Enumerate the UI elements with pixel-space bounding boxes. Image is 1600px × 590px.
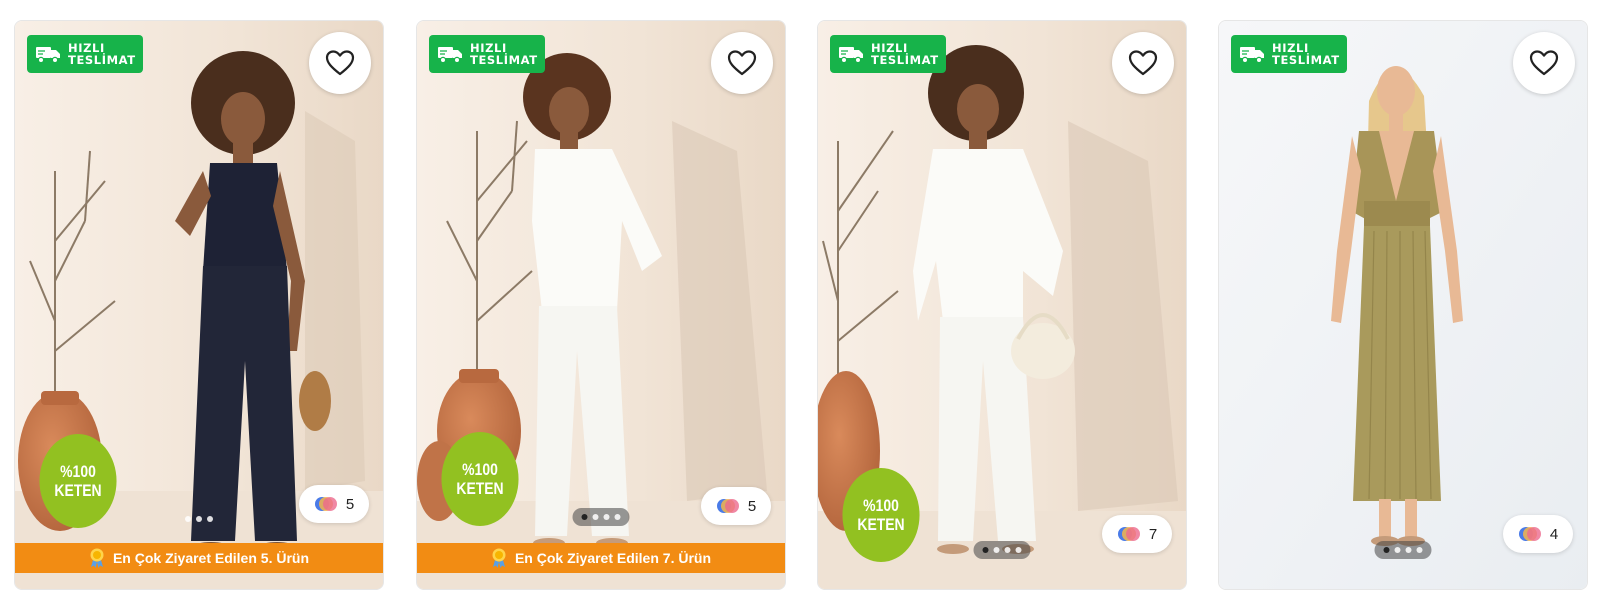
linen-badge: %100 KETEN <box>441 432 519 526</box>
favorite-button[interactable] <box>1112 32 1174 94</box>
carousel-dot[interactable] <box>982 547 989 553</box>
linen-badge: %100 KETEN <box>39 434 117 528</box>
color-swatch-icon <box>716 498 740 514</box>
heart-icon <box>1528 47 1560 79</box>
heart-icon <box>726 47 758 79</box>
fast-delivery-badge: HIZLI TESLİMAT <box>27 35 143 73</box>
color-swatch-icon <box>1117 526 1141 542</box>
color-swatch-icon <box>314 496 338 512</box>
color-swatch-icon <box>1518 526 1542 542</box>
product-card[interactable]: HIZLI TESLİMAT 4 <box>1218 20 1588 590</box>
fast-delivery-badge: HIZLI TESLİMAT <box>830 35 946 73</box>
carousel-dot[interactable] <box>592 514 599 520</box>
carousel-dot[interactable] <box>603 514 610 520</box>
image-carousel-dots[interactable] <box>176 510 222 528</box>
linen-percent: %100 <box>60 462 96 481</box>
favorite-button[interactable] <box>309 32 371 94</box>
linen-label: KETEN <box>54 481 102 500</box>
heart-icon <box>324 47 356 79</box>
color-options-button[interactable]: 5 <box>299 485 369 523</box>
fast-delivery-badge: HIZLI TESLİMAT <box>1231 35 1347 73</box>
badge-line2: TESLİMAT <box>470 53 538 67</box>
product-image[interactable] <box>1219 21 1587 589</box>
color-options-button[interactable]: 7 <box>1102 515 1172 553</box>
carousel-dot[interactable] <box>185 516 191 522</box>
carousel-dot[interactable] <box>1004 547 1011 553</box>
badge-line2: TESLİMAT <box>68 53 136 67</box>
image-carousel-dots[interactable] <box>572 508 630 526</box>
image-carousel-dots[interactable] <box>973 541 1031 559</box>
rank-banner: En Çok Ziyaret Edilen 5. Ürün <box>15 543 383 573</box>
linen-percent: %100 <box>863 496 899 515</box>
carousel-dot[interactable] <box>1015 547 1022 553</box>
medal-icon <box>491 548 507 568</box>
rank-text: En Çok Ziyaret Edilen 7. Ürün <box>514 550 712 566</box>
favorite-button[interactable] <box>711 32 773 94</box>
product-card[interactable]: HIZLI TESLİMAT %100 KETEN 5 En Çok Ziyar… <box>14 20 384 590</box>
badge-line2: TESLİMAT <box>1272 53 1340 67</box>
rank-banner: En Çok Ziyaret Edilen 7. Ürün <box>417 543 785 573</box>
truck-icon <box>35 44 61 64</box>
carousel-dot[interactable] <box>1405 547 1412 553</box>
truck-icon <box>437 44 463 64</box>
color-count: 5 <box>345 495 355 513</box>
color-options-button[interactable]: 4 <box>1503 515 1573 553</box>
carousel-dot[interactable] <box>1416 547 1423 553</box>
truck-icon <box>838 44 864 64</box>
linen-label: KETEN <box>456 479 504 498</box>
image-carousel-dots[interactable] <box>1374 541 1432 559</box>
carousel-dot[interactable] <box>581 514 588 520</box>
carousel-dot[interactable] <box>993 547 1000 553</box>
badge-line2: TESLİMAT <box>871 53 939 67</box>
rank-text: En Çok Ziyaret Edilen 5. Ürün <box>112 550 310 566</box>
heart-icon <box>1127 47 1159 79</box>
product-card[interactable]: HIZLI TESLİMAT %100 KETEN 7 <box>817 20 1187 590</box>
medal-icon <box>89 548 105 568</box>
product-card[interactable]: HIZLI TESLİMAT %100 KETEN 5 En Çok Ziyar… <box>416 20 786 590</box>
color-count: 7 <box>1148 525 1158 543</box>
carousel-dot[interactable] <box>1383 547 1390 553</box>
color-count: 4 <box>1549 525 1559 543</box>
carousel-dot[interactable] <box>614 514 621 520</box>
carousel-dot[interactable] <box>207 516 213 522</box>
linen-percent: %100 <box>462 460 498 479</box>
color-options-button[interactable]: 5 <box>701 487 771 525</box>
color-count: 5 <box>747 497 757 515</box>
linen-label: KETEN <box>857 515 905 534</box>
linen-badge: %100 KETEN <box>842 468 920 562</box>
truck-icon <box>1239 44 1265 64</box>
carousel-dot[interactable] <box>196 516 202 522</box>
favorite-button[interactable] <box>1513 32 1575 94</box>
fast-delivery-badge: HIZLI TESLİMAT <box>429 35 545 73</box>
carousel-dot[interactable] <box>1394 547 1401 553</box>
